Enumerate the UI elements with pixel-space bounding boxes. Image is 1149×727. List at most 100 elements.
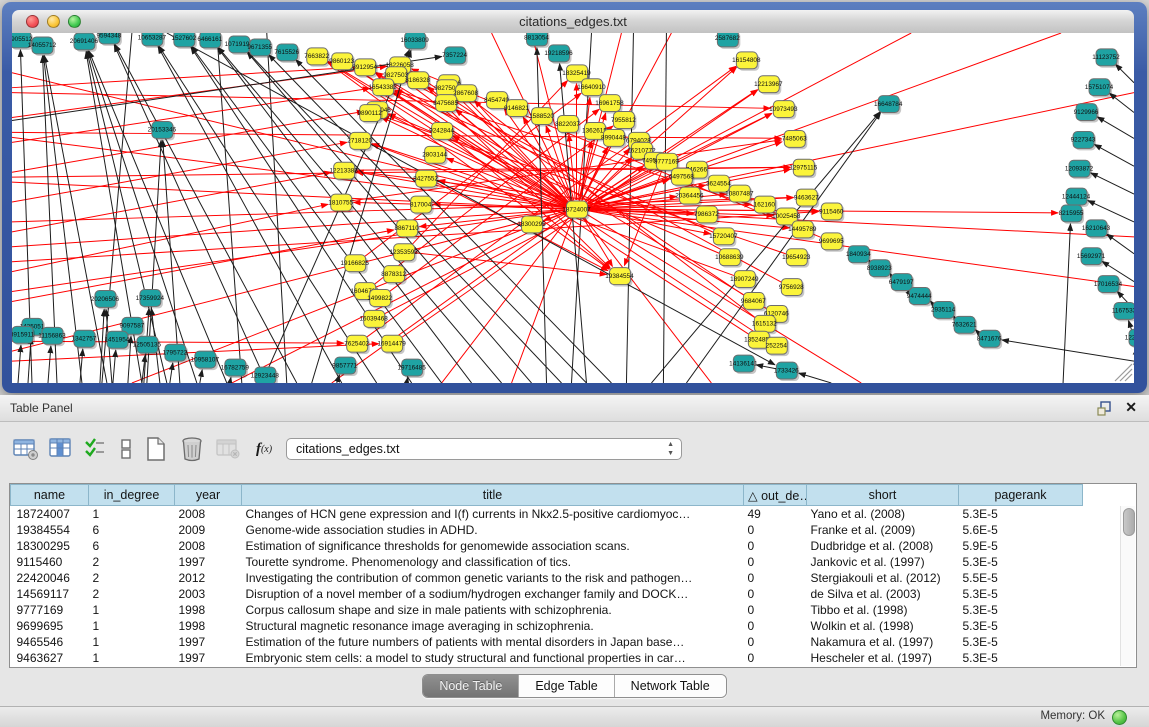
table-cell[interactable]: 18724007 <box>11 506 89 523</box>
graph-node[interactable]: 9129966 <box>1074 104 1099 123</box>
table-row[interactable]: 1938455462009Genome-wide association stu… <box>11 522 1083 538</box>
graph-node[interactable]: 2935114 <box>931 301 956 320</box>
tab-edge-table[interactable]: Edge Table <box>519 675 614 697</box>
graph-node[interactable]: 1527602 <box>171 33 196 49</box>
graph-node[interactable]: 19218596 <box>544 45 573 64</box>
table-cell[interactable]: 9115460 <box>11 554 89 570</box>
graph-node[interactable]: 8186328 <box>405 72 430 91</box>
table-cell[interactable]: 0 <box>744 586 807 602</box>
close-panel-icon[interactable]: ✕ <box>1125 399 1137 415</box>
column-header[interactable]: pagerank <box>959 485 1083 506</box>
table-settings-icon[interactable] <box>12 435 40 463</box>
graph-node[interactable]: 1733426 <box>774 362 799 381</box>
network-canvas[interactable]: 8905512140557122069140695943481065328715… <box>12 33 1134 383</box>
graph-edge[interactable] <box>583 216 711 383</box>
table-scrollbar-thumb[interactable] <box>1123 508 1135 536</box>
graph-node[interactable]: 12975115 <box>789 159 817 178</box>
table-cell[interactable]: 1 <box>89 618 175 634</box>
graph-node[interactable]: 9756928 <box>779 279 804 298</box>
graph-node[interactable]: 9684067 <box>741 293 766 312</box>
graph-edge[interactable] <box>18 345 21 383</box>
graph-node[interactable]: 9860123 <box>329 53 354 72</box>
graph-edge[interactable] <box>1097 117 1134 138</box>
graph-node[interactable]: 15692971 <box>1077 248 1106 267</box>
graph-edge[interactable] <box>663 33 666 383</box>
table-row[interactable]: 2242004622012Investigating the contribut… <box>11 570 1083 586</box>
new-table-icon[interactable] <box>142 435 170 463</box>
table-cell[interactable]: 2008 <box>175 538 242 554</box>
graph-node[interactable]: 16543382 <box>368 79 397 98</box>
graph-node[interactable]: 7625402 <box>344 335 369 354</box>
graph-node[interactable]: 1499822 <box>367 290 392 309</box>
graph-edge[interactable] <box>170 363 173 383</box>
graph-edge[interactable] <box>230 378 231 383</box>
table-cell[interactable]: 5.6E-5 <box>959 522 1083 538</box>
table-cell[interactable]: 0 <box>744 634 807 650</box>
table-cell[interactable]: 9463627 <box>11 650 89 666</box>
table-cell[interactable]: 1998 <box>175 618 242 634</box>
table-cell[interactable]: 2012 <box>175 570 242 586</box>
graph-node[interactable]: 12353593 <box>389 244 418 263</box>
table-cell[interactable]: 2 <box>89 570 175 586</box>
graph-node[interactable]: 9857771 <box>332 357 357 376</box>
table-cell[interactable]: 18300295 <box>11 538 89 554</box>
table-cell[interactable]: 5.9E-5 <box>959 538 1083 554</box>
graph-node[interactable]: 1451954 <box>104 331 129 350</box>
column-header[interactable]: name <box>11 485 89 506</box>
graph-node[interactable]: 7485063 <box>782 130 807 149</box>
column-header[interactable]: title <box>242 485 744 506</box>
table-cell[interactable]: 1997 <box>175 634 242 650</box>
graph-node[interactable]: 7632621 <box>952 316 977 335</box>
graph-node[interactable]: 9699695 <box>819 233 844 252</box>
table-cell[interactable]: 5.3E-5 <box>959 586 1083 602</box>
table-cell[interactable]: 6 <box>89 538 175 554</box>
table-cell[interactable]: Tibbo et al. (1998) <box>807 602 959 618</box>
graph-node[interactable]: 18300295 <box>517 216 546 235</box>
column-header[interactable]: year <box>175 485 242 506</box>
table-cell[interactable]: 5.3E-5 <box>959 506 1083 523</box>
table-row[interactable]: 977716911998Corpus callosum shape and si… <box>11 602 1083 618</box>
table-cell[interactable]: 2003 <box>175 586 242 602</box>
memory-status-icon[interactable] <box>1112 710 1127 725</box>
graph-node[interactable]: 16210643 <box>1082 220 1111 239</box>
table-cell[interactable]: 1 <box>89 506 175 523</box>
table-cell[interactable]: Corpus callosum shape and size in male p… <box>242 602 744 618</box>
graph-node[interactable]: 8215955 <box>1059 205 1084 224</box>
graph-node[interactable]: 9594348 <box>97 33 122 46</box>
graph-node[interactable]: 12923448 <box>251 367 280 383</box>
graph-node[interactable]: 12093872 <box>1065 160 1094 179</box>
graph-node[interactable]: 8912954 <box>352 59 377 78</box>
table-cell[interactable]: 0 <box>744 570 807 586</box>
table-cell[interactable]: Dudbridge et al. (2008) <box>807 538 959 554</box>
graph-node[interactable]: 7986372 <box>694 206 719 225</box>
table-cell[interactable]: 1997 <box>175 650 242 666</box>
table-row[interactable]: 946362711997Embryonic stem cells: a mode… <box>11 650 1083 666</box>
graph-edge[interactable] <box>415 253 607 275</box>
graph-node[interactable]: 16154808 <box>732 52 761 71</box>
graph-node[interactable]: 10973493 <box>769 101 798 120</box>
tab-node-table[interactable]: Node Table <box>423 675 519 697</box>
table-cell[interactable]: Yano et al. (2008) <box>807 506 959 523</box>
table-cell[interactable]: 0 <box>744 538 807 554</box>
select-columns-icon[interactable] <box>47 435 75 463</box>
table-cell[interactable]: 5.3E-5 <box>959 634 1083 650</box>
row-height-icon[interactable] <box>112 435 140 463</box>
graph-node[interactable]: 10653287 <box>138 33 167 48</box>
graph-node[interactable]: 14136141 <box>729 355 758 374</box>
table-cell[interactable]: Disruption of a novel member of a sodium… <box>242 586 744 602</box>
table-cell[interactable]: Franke et al. (2009) <box>807 522 959 538</box>
graph-edge[interactable] <box>1109 93 1134 112</box>
tab-network-table[interactable]: Network Table <box>615 675 726 697</box>
graph-node[interactable]: 8867110 <box>394 220 419 239</box>
graph-node[interactable]: 1795722 <box>162 344 187 363</box>
graph-node[interactable]: 10958107 <box>191 351 220 370</box>
graph-edge[interactable] <box>1088 201 1134 222</box>
graph-node[interactable]: 817004 <box>410 196 434 215</box>
table-cell[interactable]: 0 <box>744 650 807 666</box>
graph-edge[interactable] <box>100 309 104 383</box>
graph-node[interactable]: 1840934 <box>846 246 871 265</box>
table-cell[interactable]: Tourette syndrome. Phenomenology and cla… <box>242 554 744 570</box>
table-cell[interactable]: de Silva et al. (2003) <box>807 586 959 602</box>
table-cell[interactable]: 19384554 <box>11 522 89 538</box>
table-cell[interactable]: 5.3E-5 <box>959 602 1083 618</box>
